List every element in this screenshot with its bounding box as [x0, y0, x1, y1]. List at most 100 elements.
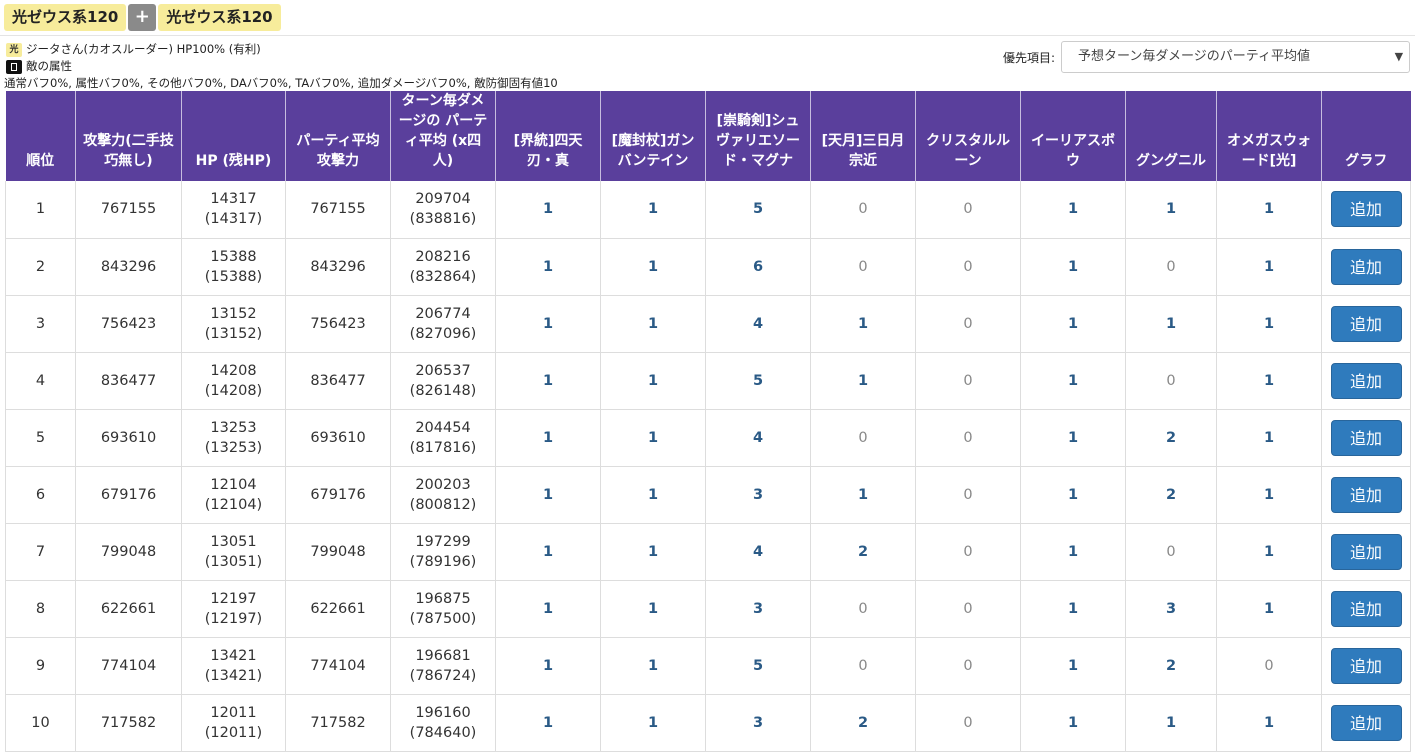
- enemy-row: 敵の属性: [6, 58, 261, 75]
- weapon-count-cell: 0: [810, 181, 916, 239]
- priority-control: 優先項目: 予想ターン毎ダメージのパーティ平均値 ▼: [1003, 41, 1411, 73]
- weapon-count-cell: 1: [495, 523, 601, 581]
- hp-cell-sub-value: (15388): [204, 268, 263, 285]
- weapon-count-cell: 1: [1216, 295, 1322, 353]
- weapon-count-cell: 0: [915, 352, 1021, 410]
- weapon-count-cell: 4: [705, 409, 811, 467]
- party-attack-cell: 843296: [285, 238, 391, 296]
- add-to-graph-button[interactable]: 追加: [1330, 476, 1402, 513]
- hp-cell: 14317 (14317): [181, 181, 286, 239]
- column-header[interactable]: [魔封杖]ガンバンテイン: [600, 91, 706, 181]
- damage-cell-sub-value: (838816): [409, 211, 477, 228]
- add-profile-button[interactable]: +: [128, 4, 157, 31]
- add-to-graph-button[interactable]: 追加: [1330, 248, 1402, 285]
- graph-cell: 追加: [1321, 637, 1411, 695]
- results-table: 順位 攻撃力(二手技巧無し) HP (残HP) パーティ平均攻撃力 ターン毎ダメージの …: [5, 91, 1411, 752]
- attack-cell: 774104: [75, 637, 182, 695]
- hp-cell-value: 12197: [210, 590, 257, 607]
- weapon-count-cell: 1: [1020, 637, 1126, 695]
- column-header[interactable]: [崇騎剣]シュヴァリエソード・マグナ: [705, 91, 811, 181]
- column-header[interactable]: 順位: [5, 91, 76, 181]
- add-to-graph-button[interactable]: 追加: [1330, 419, 1402, 456]
- weapon-count-cell: 0: [810, 238, 916, 296]
- table-row: 8 622661 12197 (12197) 622661 196875 (787500) 1…: [5, 580, 1411, 638]
- profile-chip-left[interactable]: 光ゼウス系120: [4, 4, 127, 31]
- weapon-count-cell: 0: [1216, 637, 1322, 695]
- damage-cell: 209704 (838816): [390, 181, 496, 239]
- graph-cell: 追加: [1321, 295, 1411, 353]
- party-attack-cell: 717582: [285, 694, 391, 752]
- weapon-count-cell: 0: [1125, 352, 1217, 410]
- add-to-graph-button[interactable]: 追加: [1330, 191, 1402, 228]
- column-header[interactable]: イーリアスボウ: [1020, 91, 1126, 181]
- add-to-graph-button[interactable]: 追加: [1330, 704, 1402, 741]
- enemy-element-text: 敵の属性: [26, 59, 72, 73]
- weapon-count-cell: 0: [915, 238, 1021, 296]
- hp-cell-sub-value: (13253): [204, 439, 263, 456]
- buff-summary: 通常バフ0%, 属性バフ0%, その他バフ0%, DAバフ0%, TAバフ0%,…: [4, 76, 558, 90]
- weapon-count-cell: 2: [1125, 637, 1217, 695]
- profile-chip-right[interactable]: 光ゼウス系120: [158, 4, 281, 31]
- party-attack-cell: 767155: [285, 181, 391, 239]
- column-header[interactable]: グングニル: [1125, 91, 1217, 181]
- table-row: 9 774104 13421 (13421) 774104 196681 (786724) 1…: [5, 637, 1411, 695]
- weapon-count-cell: 1: [810, 295, 916, 353]
- column-header[interactable]: パーティ平均攻撃力: [285, 91, 391, 181]
- weapon-count-cell: 0: [1125, 523, 1217, 581]
- damage-cell-sub-value: (800812): [409, 496, 477, 513]
- priority-select[interactable]: 予想ターン毎ダメージのパーティ平均値 ▼: [1061, 41, 1411, 73]
- rank-cell: 4: [5, 352, 76, 410]
- party-attack-cell: 622661: [285, 580, 391, 638]
- weapon-count-cell: 1: [600, 409, 706, 467]
- weapon-count-cell: 0: [915, 181, 1021, 239]
- table-row: 5 693610 13253 (13253) 693610 204454 (817816) 1…: [5, 409, 1411, 467]
- column-header[interactable]: [界統]四天刃・真: [495, 91, 601, 181]
- weapon-count-cell: 0: [915, 409, 1021, 467]
- column-header[interactable]: オメガスウォード[光]: [1216, 91, 1322, 181]
- weapon-count-cell: 0: [915, 637, 1021, 695]
- weapon-count-cell: 1: [1020, 694, 1126, 752]
- add-to-graph-button[interactable]: 追加: [1330, 647, 1402, 684]
- rank-cell: 6: [5, 466, 76, 524]
- table-row: 4 836477 14208 (14208) 836477 206537 (826148) 1…: [5, 352, 1411, 410]
- hp-cell-value: 13051: [210, 533, 257, 550]
- weapon-count-cell: 1: [600, 295, 706, 353]
- column-header[interactable]: ターン毎ダメージの パーティ平均 (x四人): [390, 91, 496, 181]
- column-header[interactable]: グラフ: [1321, 91, 1411, 181]
- hp-cell-sub-value: (13421): [204, 667, 263, 684]
- weapon-count-cell: 0: [915, 295, 1021, 353]
- weapon-count-cell: 1: [1216, 523, 1322, 581]
- graph-cell: 追加: [1321, 238, 1411, 296]
- weapon-count-cell: 1: [1020, 181, 1126, 239]
- column-header[interactable]: [天月]三日月宗近: [810, 91, 916, 181]
- weapon-count-cell: 1: [1020, 238, 1126, 296]
- party-attack-cell: 774104: [285, 637, 391, 695]
- weapon-count-cell: 1: [810, 466, 916, 524]
- damage-cell-value: 196875: [415, 590, 471, 607]
- graph-cell: 追加: [1321, 523, 1411, 581]
- hp-cell: 13152 (13152): [181, 295, 286, 353]
- weapon-count-cell: 1: [600, 352, 706, 410]
- damage-cell-value: 204454: [415, 419, 471, 436]
- table-header-row: 順位 攻撃力(二手技巧無し) HP (残HP) パーティ平均攻撃力 ターン毎ダメージの …: [5, 91, 1411, 181]
- hp-cell-value: 12104: [210, 476, 257, 493]
- weapon-count-cell: 1: [1020, 523, 1126, 581]
- damage-cell-sub-value: (784640): [409, 724, 477, 741]
- hp-cell-sub-value: (12104): [204, 496, 263, 513]
- column-header[interactable]: HP (残HP): [181, 91, 286, 181]
- damage-cell-sub-value: (827096): [409, 325, 477, 342]
- hp-cell-sub-value: (12197): [204, 610, 263, 627]
- hp-cell-sub-value: (13051): [204, 553, 263, 570]
- add-to-graph-button[interactable]: 追加: [1330, 590, 1402, 627]
- column-header[interactable]: 攻撃力(二手技巧無し): [75, 91, 182, 181]
- weapon-count-cell: 3: [705, 580, 811, 638]
- dropdown-arrow-icon: ▼: [1394, 50, 1404, 63]
- weapon-count-cell: 0: [810, 637, 916, 695]
- add-to-graph-button[interactable]: 追加: [1330, 305, 1402, 342]
- hp-cell: 13421 (13421): [181, 637, 286, 695]
- add-to-graph-button[interactable]: 追加: [1330, 362, 1402, 399]
- table-row: 1 767155 14317 (14317) 767155 209704 (838816) 1…: [5, 181, 1411, 239]
- add-to-graph-button[interactable]: 追加: [1330, 533, 1402, 570]
- hp-cell: 14208 (14208): [181, 352, 286, 410]
- column-header[interactable]: クリスタルルーン: [915, 91, 1021, 181]
